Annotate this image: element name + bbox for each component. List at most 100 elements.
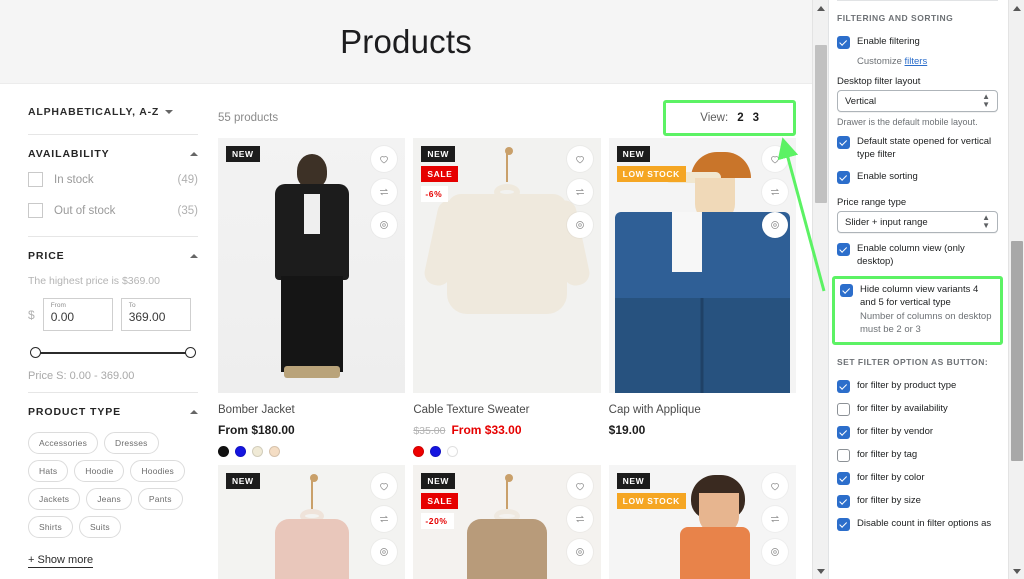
product-card[interactable]: NEW: [218, 465, 406, 579]
checkbox-for-filter-by-product-type[interactable]: [837, 380, 850, 393]
setting-default-state-opened[interactable]: Default state opened for vertical type f…: [837, 131, 998, 166]
facet-price-header[interactable]: PRICE: [28, 250, 198, 266]
product-media[interactable]: NEW LOW STOCK: [608, 465, 796, 579]
compare-icon[interactable]: [371, 506, 398, 532]
product-card[interactable]: NEW SALE -6% Cable Texture Sweater $35.0…: [413, 138, 601, 457]
checkbox-enable-column-view[interactable]: [837, 243, 850, 256]
chip[interactable]: Accessories: [28, 432, 99, 454]
swatch[interactable]: [447, 446, 459, 457]
checkbox-out-of-stock[interactable]: [28, 203, 43, 218]
price-to-field[interactable]: To 369.00: [120, 298, 191, 331]
facet-product-type-header[interactable]: PRODUCT TYPE: [28, 406, 198, 422]
quick-view-icon[interactable]: [371, 539, 398, 565]
chip[interactable]: Jackets: [28, 488, 81, 510]
checkbox-enable-sorting[interactable]: [837, 171, 850, 184]
setting-button-availability[interactable]: for filter by availability: [837, 398, 998, 421]
quick-view-icon[interactable]: [566, 212, 593, 238]
preview-scroll-thumb[interactable]: [815, 45, 827, 203]
setting-enable-filtering[interactable]: Enable filtering: [837, 31, 998, 54]
chip[interactable]: Pants: [137, 488, 183, 510]
price-range-slider[interactable]: [30, 343, 196, 363]
heart-icon[interactable]: [566, 473, 593, 499]
product-card[interactable]: NEW LOW STOCK: [608, 465, 796, 579]
product-media[interactable]: NEW: [218, 138, 406, 393]
swatch[interactable]: [252, 446, 263, 457]
setting-button-color[interactable]: for filter by color: [837, 467, 998, 490]
view-option-2[interactable]: 2: [737, 112, 743, 124]
select-desktop-filter-layout[interactable]: Vertical ▲ ▼: [837, 90, 998, 112]
checkbox-for-filter-by-size[interactable]: [837, 495, 850, 508]
quick-view-icon[interactable]: [761, 212, 788, 238]
facet-option-out-of-stock[interactable]: Out of stock (35): [28, 195, 198, 226]
facet-availability-header[interactable]: AVAILABILITY: [28, 148, 198, 164]
view-option-3[interactable]: 3: [753, 112, 759, 124]
checkbox-default-state-opened[interactable]: [837, 136, 850, 149]
sort-dropdown[interactable]: ALPHABETICALLY, A-Z: [28, 102, 198, 134]
settings-scroll-thumb[interactable]: [1011, 241, 1023, 461]
checkbox-for-filter-by-availability[interactable]: [837, 403, 850, 416]
chip[interactable]: Jeans: [86, 488, 132, 510]
product-name[interactable]: Cable Texture Sweater: [413, 393, 600, 423]
heart-icon[interactable]: [761, 473, 788, 499]
scroll-up-arrow-icon[interactable]: [1009, 0, 1024, 16]
compare-icon[interactable]: [761, 506, 788, 532]
price-from-field[interactable]: From 0.00: [42, 298, 113, 331]
setting-enable-sorting[interactable]: Enable sorting: [837, 166, 998, 189]
compare-icon[interactable]: [761, 179, 788, 205]
quick-view-icon[interactable]: [761, 539, 788, 565]
checkbox-enable-filtering[interactable]: [837, 36, 850, 49]
product-media[interactable]: NEW: [218, 465, 406, 579]
checkbox-for-filter-by-tag[interactable]: [837, 449, 850, 462]
product-media[interactable]: NEW SALE -20%: [413, 465, 601, 579]
checkbox-in-stock[interactable]: [28, 172, 43, 187]
setting-hide-column-variants[interactable]: Hide column view variants 4 and 5 for ve…: [840, 283, 995, 309]
swatch[interactable]: [235, 446, 246, 457]
setting-button-vendor[interactable]: for filter by vendor: [837, 421, 998, 444]
show-more-link[interactable]: + Show more: [28, 554, 94, 568]
setting-button-product-type[interactable]: for filter by product type: [837, 375, 998, 398]
scroll-down-arrow-icon[interactable]: [813, 563, 828, 579]
compare-icon[interactable]: [566, 179, 593, 205]
scroll-up-arrow-icon[interactable]: [813, 0, 828, 16]
scroll-down-arrow-icon[interactable]: [1009, 563, 1024, 579]
customize-filters-link[interactable]: filters: [905, 56, 928, 67]
setting-button-tag[interactable]: for filter by tag: [837, 444, 998, 467]
checkbox-for-filter-by-vendor[interactable]: [837, 426, 850, 439]
product-card[interactable]: NEW SALE -20%: [413, 465, 601, 579]
slider-knob-max[interactable]: [185, 347, 196, 358]
chip[interactable]: Hoodies: [130, 460, 186, 482]
heart-icon[interactable]: [371, 146, 398, 172]
product-name[interactable]: Bomber Jacket: [218, 393, 405, 423]
product-media[interactable]: NEW SALE -6%: [413, 138, 601, 393]
swatch[interactable]: [413, 446, 425, 457]
quick-view-icon[interactable]: [371, 212, 398, 238]
chip[interactable]: Dresses: [104, 432, 159, 454]
facet-option-in-stock[interactable]: In stock (49): [28, 164, 198, 195]
swatch[interactable]: [218, 446, 229, 457]
setting-enable-column-view[interactable]: Enable column view (only desktop): [837, 233, 998, 273]
swatch[interactable]: [269, 446, 280, 457]
chip[interactable]: Suits: [78, 516, 121, 538]
heart-icon[interactable]: [566, 146, 593, 172]
settings-scrollbar[interactable]: [1008, 0, 1024, 579]
chip[interactable]: Hats: [28, 460, 69, 482]
select-price-range-type[interactable]: Slider + input range ▲ ▼: [837, 211, 998, 233]
heart-icon[interactable]: [761, 146, 788, 172]
setting-disable-count[interactable]: Disable count in filter options as: [837, 513, 998, 536]
product-name[interactable]: Cap with Applique: [609, 393, 796, 423]
checkbox-hide-column-variants[interactable]: [840, 284, 853, 297]
product-card[interactable]: NEW LOW STOCK Cap with Applique $19.00: [608, 138, 796, 457]
product-card[interactable]: NEW Bomber Jacket From $180.00: [218, 138, 406, 457]
view-switcher[interactable]: View: 2 3: [700, 112, 759, 124]
checkbox-for-filter-by-color[interactable]: [837, 472, 850, 485]
compare-icon[interactable]: [371, 179, 398, 205]
heart-icon[interactable]: [371, 473, 398, 499]
chip[interactable]: Hoodie: [74, 460, 125, 482]
chip[interactable]: Shirts: [28, 516, 73, 538]
preview-scrollbar[interactable]: [812, 0, 828, 579]
product-media[interactable]: NEW LOW STOCK: [608, 138, 796, 393]
compare-icon[interactable]: [566, 506, 593, 532]
swatch[interactable]: [430, 446, 442, 457]
setting-button-size[interactable]: for filter by size: [837, 490, 998, 513]
checkbox-disable-count[interactable]: [837, 518, 850, 531]
